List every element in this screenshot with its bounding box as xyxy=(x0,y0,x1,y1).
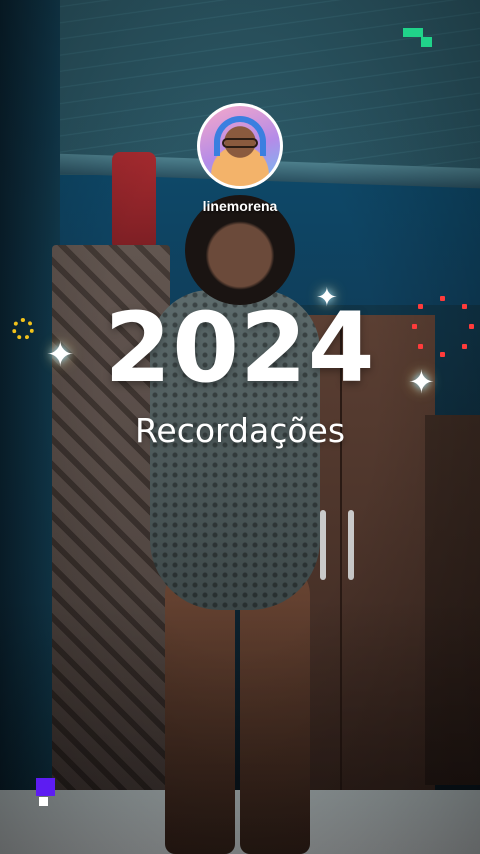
year-title: 2024 xyxy=(104,292,376,404)
glasses-icon xyxy=(222,138,258,148)
yellow-gear-icon xyxy=(12,318,34,340)
headphones-icon xyxy=(214,116,266,156)
profile-avatar[interactable] xyxy=(197,103,283,189)
username-label[interactable]: linemorena xyxy=(140,198,340,214)
white-pixel-icon xyxy=(39,797,48,806)
purple-pixel-icon xyxy=(36,778,55,796)
green-pixel-icon xyxy=(421,37,432,47)
green-pixel-icon xyxy=(403,28,423,37)
sparkle-icon: ✦ xyxy=(408,364,435,400)
red-dot-ring-icon xyxy=(412,296,474,358)
memories-subtitle: Recordações xyxy=(134,411,346,450)
sparkle-icon: ✦ xyxy=(46,336,75,374)
avatar-image xyxy=(200,106,280,186)
story-view: ✦ ✦ ✦ linemorena 2024 Recordações xyxy=(0,0,480,854)
